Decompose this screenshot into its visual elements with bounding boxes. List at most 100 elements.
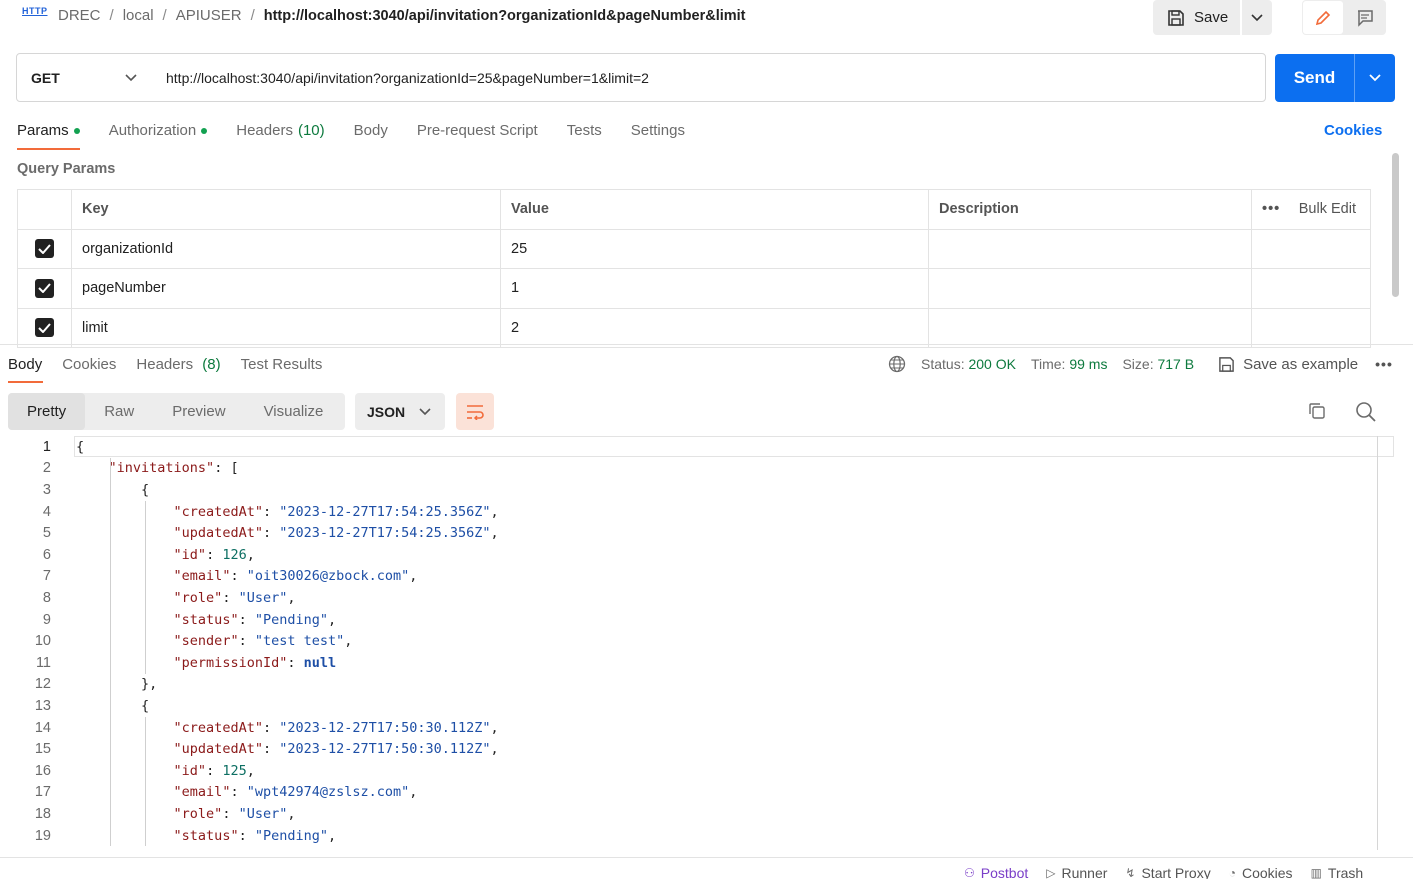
cookies-button[interactable]: ◔ Cookies	[1229, 865, 1293, 879]
param-extra	[1252, 269, 1370, 308]
line-number: 13	[34, 697, 51, 714]
param-key[interactable]: pageNumber	[72, 269, 501, 308]
code-line: 15 "updatedAt": "2023-12-27T17:50:30.112…	[0, 738, 499, 760]
code-text: "permissionId": null	[173, 654, 337, 671]
cookie-icon: ◔	[1228, 866, 1236, 879]
tab-label: Params	[17, 122, 69, 139]
size-info[interactable]: Size: 717 B	[1122, 356, 1194, 372]
request-name[interactable]: http://localhost:3040/api/invitation?org…	[264, 8, 746, 24]
param-value[interactable]: 25	[501, 229, 929, 268]
tab-pretty[interactable]: Pretty	[8, 393, 86, 430]
code-text: "status": "Pending",	[173, 827, 337, 844]
code-line: 12 },	[0, 674, 157, 696]
line-number: 16	[34, 762, 51, 779]
send-button[interactable]: Send	[1275, 54, 1355, 102]
time-label: Time:	[1030, 356, 1066, 372]
request-panel-scrollbar[interactable]	[1392, 153, 1399, 297]
param-description[interactable]	[929, 269, 1252, 308]
save-icon	[1168, 9, 1184, 26]
edit-mode-button[interactable]	[1303, 1, 1343, 34]
more-options-icon[interactable]: •••	[1375, 356, 1393, 372]
save-as-example-button[interactable]: Save as example	[1218, 356, 1358, 373]
search-icon[interactable]	[1355, 401, 1376, 425]
code-text: {	[76, 438, 85, 455]
tab-raw[interactable]: Raw	[85, 393, 153, 430]
query-params-table: Key Value Description ••• Bulk Edit orga…	[17, 189, 1371, 348]
code-line: 8 "role": "User",	[0, 587, 296, 609]
method-select[interactable]: GET	[17, 54, 151, 101]
code-text: "email": "oit30026@zbock.com",	[173, 568, 418, 585]
trash-icon: ▥	[1310, 866, 1322, 879]
key-column-header: Key	[72, 190, 501, 229]
param-checkbox[interactable]	[35, 239, 54, 259]
postbot-button[interactable]: ⚇ Postbot	[964, 865, 1028, 879]
pane-divider[interactable]	[0, 344, 1413, 345]
code-line: 1{	[0, 436, 84, 458]
tab-test-results[interactable]: Test Results	[241, 356, 323, 383]
param-value[interactable]: 1	[501, 269, 929, 308]
check-icon	[38, 244, 51, 254]
breadcrumb: DREC / local / APIUSER / http://localhost:3…	[58, 7, 746, 24]
editor-scrollbar-track[interactable]	[1377, 436, 1378, 850]
wrap-lines-button[interactable]	[456, 393, 494, 430]
line-number: 8	[42, 589, 51, 606]
breadcrumb-item[interactable]: APIUSER	[176, 7, 242, 24]
param-checkbox[interactable]	[35, 318, 54, 338]
code-line: 17 "email": "wpt42974@zslsz.com",	[0, 782, 418, 804]
indent-guide	[110, 457, 111, 847]
tab-headers[interactable]: Headers (10)	[236, 122, 324, 150]
tab-visualize[interactable]: Visualize	[245, 393, 343, 430]
code-text: },	[76, 676, 158, 693]
tab-tests[interactable]: Tests	[567, 122, 602, 150]
start-proxy-button[interactable]: ↯ Start Proxy	[1125, 865, 1210, 879]
bulk-edit-button[interactable]: Bulk Edit	[1299, 201, 1356, 217]
tab-pre-request-script[interactable]: Pre-request Script	[417, 122, 538, 150]
tab-authorization[interactable]: Authorization	[109, 122, 208, 150]
code-line: 10 "sender": "test test",	[0, 630, 353, 652]
code-line: 18 "role": "User",	[0, 803, 296, 825]
status-info[interactable]: Status: 200 OK	[921, 356, 1016, 372]
value-column-header: Value	[501, 190, 929, 229]
param-checkbox-cell	[18, 308, 72, 347]
tab-response-body[interactable]: Body	[8, 356, 44, 383]
tab-settings[interactable]: Settings	[631, 122, 685, 150]
param-key[interactable]: organizationId	[72, 229, 501, 268]
trash-button[interactable]: ▥ Trash	[1311, 865, 1364, 879]
globe-icon[interactable]	[888, 355, 906, 373]
code-text: {	[76, 697, 150, 714]
param-key[interactable]: limit	[72, 308, 501, 347]
send-options-button[interactable]	[1355, 54, 1395, 102]
response-body-editor[interactable]: 1{2 "invitations": [3 {4 "createdAt": "2…	[0, 436, 1395, 850]
copy-icon[interactable]	[1307, 401, 1327, 424]
tab-body[interactable]: Body	[354, 122, 388, 150]
param-description[interactable]	[929, 229, 1252, 268]
response-tabs: Body Cookies Headers (8) Test Results	[8, 356, 342, 383]
time-info[interactable]: Time: 99 ms	[1031, 356, 1108, 372]
tab-params[interactable]: Params	[17, 122, 80, 150]
save-label: Save	[1194, 9, 1229, 26]
breadcrumb-item[interactable]: DREC	[58, 7, 101, 24]
tab-preview[interactable]: Preview	[153, 393, 244, 430]
breadcrumb-separator: /	[162, 7, 167, 24]
runner-button[interactable]: ▷ Runner	[1046, 865, 1107, 879]
param-description[interactable]	[929, 308, 1252, 347]
code-line: 13 {	[0, 695, 149, 717]
more-options-icon[interactable]: •••	[1262, 201, 1280, 217]
save-options-button[interactable]	[1242, 0, 1272, 35]
chevron-down-icon	[1251, 13, 1263, 21]
tab-label: Pre-request Script	[416, 122, 538, 139]
tab-response-cookies[interactable]: Cookies	[62, 356, 116, 383]
code-line: 19 "status": "Pending",	[0, 825, 336, 847]
save-button[interactable]: Save	[1153, 0, 1240, 35]
breadcrumb-item[interactable]: local	[123, 7, 154, 24]
code-line: 11 "permissionId": null	[0, 652, 336, 674]
param-checkbox[interactable]	[35, 278, 54, 298]
cookies-link[interactable]: Cookies	[1324, 122, 1382, 139]
code-text: "status": "Pending",	[173, 611, 337, 628]
param-value[interactable]: 2	[501, 308, 929, 347]
comments-button[interactable]	[1344, 0, 1386, 35]
statusbar-label: Postbot	[980, 865, 1029, 879]
url-input[interactable]: http://localhost:3040/api/invitation?org…	[166, 70, 649, 86]
tab-response-headers[interactable]: Headers (8)	[136, 356, 220, 383]
format-select[interactable]: JSON	[355, 393, 445, 430]
